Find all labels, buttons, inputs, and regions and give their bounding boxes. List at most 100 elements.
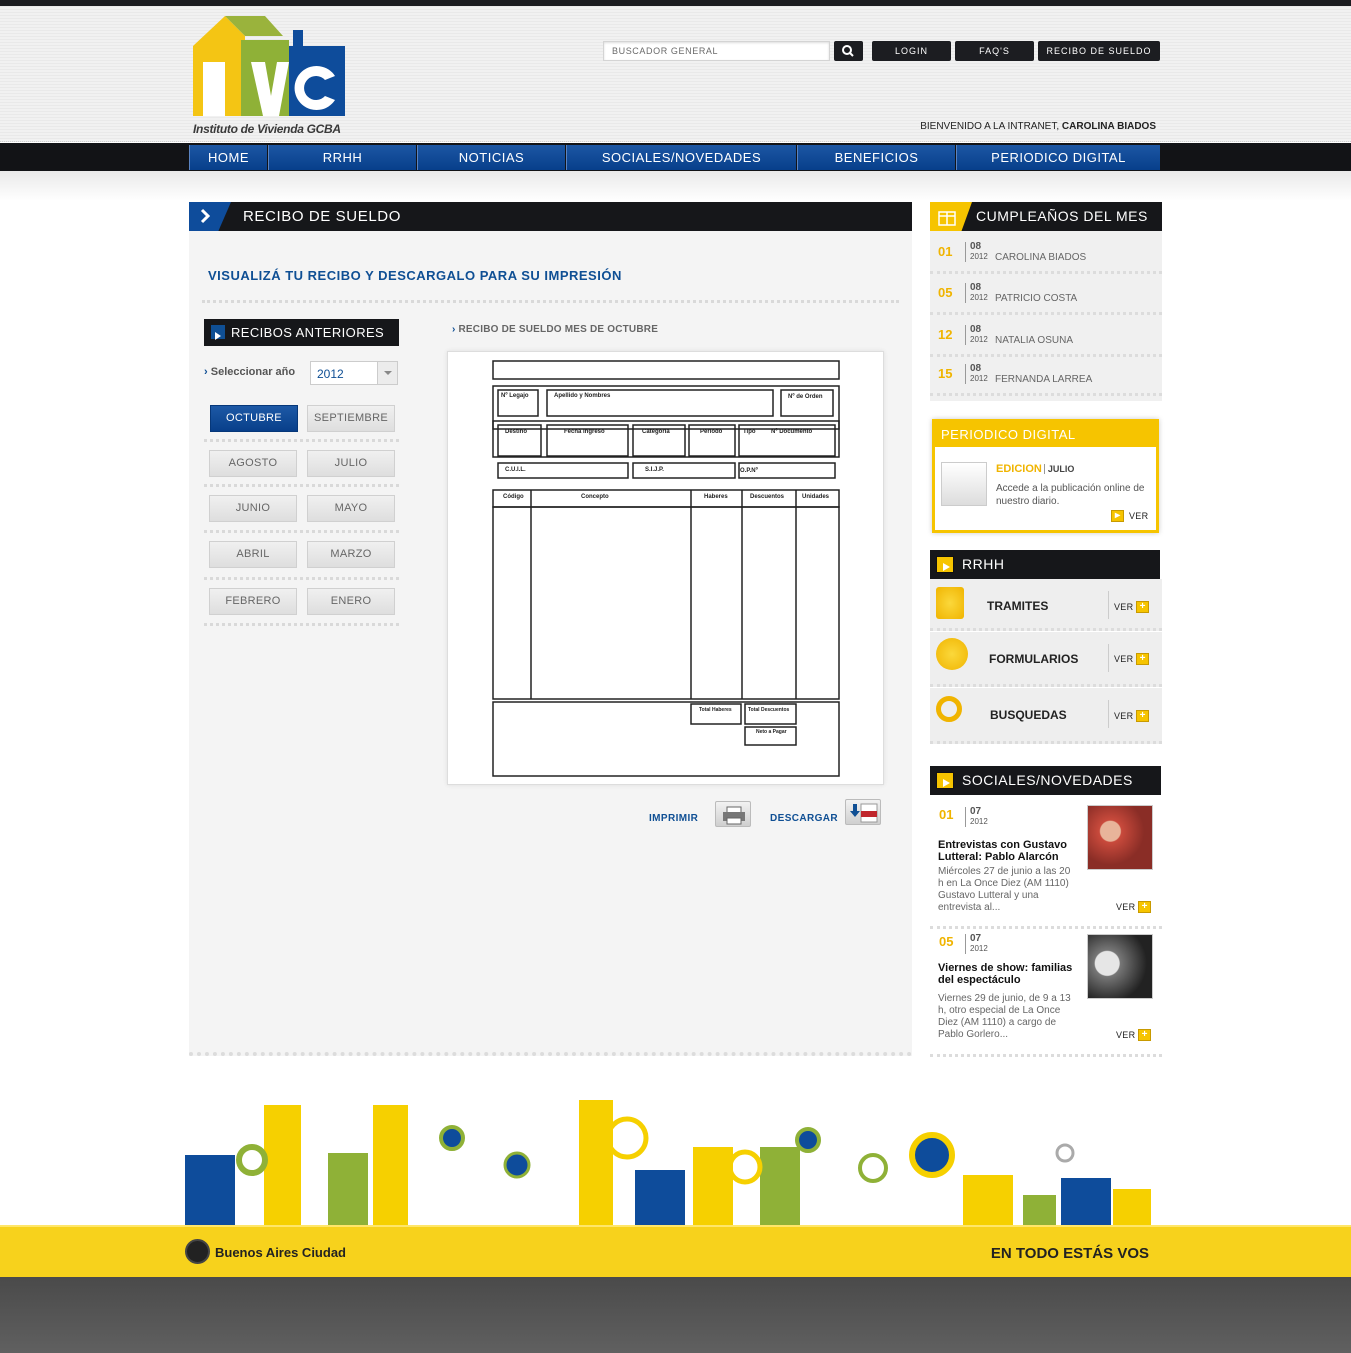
month-octubre[interactable]: OCTUBRE — [210, 405, 298, 432]
periodico-digital-box: PERIODICO DIGITAL EDICION JULIO Accede a … — [932, 419, 1159, 533]
svg-text:Código: Código — [503, 494, 524, 500]
edicion-label: EDICION JULIO — [996, 463, 1075, 475]
month-abril[interactable]: ABRIL — [209, 541, 297, 568]
play-icon — [936, 772, 954, 789]
footer-bar: Buenos Aires Ciudad EN TODO ESTÁS VOS — [0, 1225, 1351, 1277]
month-septiembre[interactable]: SEPTIEMBRE — [307, 405, 395, 432]
faqs-button[interactable]: FAQ'S — [955, 41, 1034, 61]
year-select[interactable]: 2012 — [310, 361, 398, 385]
news-title[interactable]: Entrevistas con Gustavo Lutteral: Pablo … — [938, 839, 1083, 863]
news-ver-link[interactable]: VER — [1116, 1030, 1135, 1040]
download-icon — [936, 638, 968, 670]
svg-text:C.U.I.L.: C.U.I.L. — [505, 467, 526, 473]
play-icon[interactable]: ▸ — [1111, 510, 1124, 522]
document-list-icon — [936, 587, 964, 619]
search-button[interactable] — [834, 41, 863, 61]
recibos-anteriores-header: RECIBOS ANTERIORES — [204, 319, 399, 346]
chevron-right-icon — [211, 325, 225, 340]
ivc-logo[interactable]: Instituto de Vivienda GCBA — [193, 16, 353, 136]
svg-text:Total Haberes: Total Haberes — [699, 707, 732, 713]
birthday-row: 15 08 2012 FERNANDA LARREA — [930, 358, 1162, 396]
nav-sociales[interactable]: SOCIALES/NOVEDADES — [566, 145, 796, 170]
month-febrero[interactable]: FEBRERO — [209, 588, 297, 615]
payslip-form: Nº Legajo Apellido y Nombres Nº de Orden… — [492, 360, 840, 777]
plus-icon[interactable]: + — [1138, 901, 1151, 913]
divider — [204, 439, 399, 442]
section-title-bar: RECIBO DE SUELDO — [189, 202, 912, 231]
divider — [204, 623, 399, 626]
footer-brand[interactable]: Buenos Aires Ciudad — [215, 1245, 346, 1260]
pdf-download-icon[interactable] — [845, 799, 881, 825]
news-photo[interactable] — [1087, 805, 1153, 870]
svg-text:Total Descuentos: Total Descuentos — [748, 707, 790, 713]
nav-rrhh[interactable]: RRHH — [268, 145, 416, 170]
gift-icon — [930, 202, 972, 231]
svg-text:Período: Período — [700, 429, 723, 435]
month-marzo[interactable]: MARZO — [307, 541, 395, 568]
city-illustration — [0, 1075, 1351, 1227]
month-mayo[interactable]: MAYO — [307, 495, 395, 522]
svg-text:Apellido y Nombres: Apellido y Nombres — [554, 393, 611, 399]
search-input[interactable]: BUSCADOR GENERAL — [603, 41, 830, 61]
rrhh-header: RRHH — [930, 550, 1160, 579]
birthday-name: NATALIA OSUNA — [995, 335, 1073, 346]
periodico-ver-link[interactable]: VER — [1129, 511, 1148, 521]
news-photo[interactable] — [1087, 934, 1153, 999]
welcome-user[interactable]: CAROLINA BIADOS — [1062, 121, 1156, 132]
cumpleanos-header: CUMPLEAÑOS DEL MES — [930, 202, 1162, 231]
svg-text:Haberes: Haberes — [704, 494, 728, 500]
printer-icon[interactable] — [715, 801, 751, 827]
logo-subtitle: Instituto de Vivienda GCBA — [193, 122, 341, 136]
news-title[interactable]: Viernes de show: familias del espectácul… — [938, 962, 1083, 986]
svg-text:O.P.Nº: O.P.Nº — [740, 468, 759, 474]
month-enero[interactable]: ENERO — [307, 588, 395, 615]
nav-periodico[interactable]: PERIODICO DIGITAL — [956, 145, 1160, 170]
birthday-name: PATRICIO COSTA — [995, 293, 1078, 304]
divider — [204, 484, 399, 487]
month-julio[interactable]: JULIO — [307, 450, 395, 477]
month-agosto[interactable]: AGOSTO — [209, 450, 297, 477]
sociales-header: SOCIALES/NOVEDADES — [930, 766, 1161, 795]
rrhh-formularios[interactable]: FORMULARIOS VER + — [930, 632, 1162, 687]
rrhh-tramites[interactable]: TRAMITES VER + — [930, 579, 1162, 631]
rrhh-busquedas[interactable]: BUSQUEDAS VER + — [930, 688, 1162, 744]
divider — [204, 577, 399, 580]
svg-text:Nº de Orden: Nº de Orden — [788, 394, 823, 400]
svg-text:Concepto: Concepto — [581, 494, 609, 500]
plus-icon[interactable]: + — [1138, 1029, 1151, 1041]
recibo-sueldo-button[interactable]: RECIBO DE SUELDO — [1038, 41, 1160, 61]
periodico-description: Accede a la publicación online de nuestr… — [996, 483, 1145, 507]
nav-beneficios[interactable]: BENEFICIOS — [797, 145, 955, 170]
nav-noticias[interactable]: NOTICIAS — [417, 145, 565, 170]
month-junio[interactable]: JUNIO — [209, 495, 297, 522]
svg-text:Neto a Pagar: Neto a Pagar — [756, 729, 787, 735]
login-button[interactable]: LOGIN — [872, 41, 951, 61]
nav-shadow — [0, 171, 1351, 201]
svg-text:Descuentos: Descuentos — [750, 494, 785, 500]
plus-icon[interactable]: + — [1136, 601, 1149, 613]
divider — [202, 300, 899, 303]
search-icon — [842, 45, 854, 57]
select-year-label: › Seleccionar año — [204, 366, 296, 378]
birthday-row: 01 08 2012 CAROLINA BIADOS — [930, 236, 1162, 274]
svg-text:Destino: Destino — [505, 429, 527, 435]
news-ver-link[interactable]: VER — [1116, 902, 1135, 912]
magnifier-icon — [936, 696, 962, 722]
section-title: RECIBO DE SUELDO — [243, 208, 401, 225]
chevron-right-icon — [189, 202, 231, 231]
nav-home[interactable]: HOME — [189, 145, 267, 170]
svg-text:Tipo: Tipo — [743, 429, 756, 435]
imprimir-link[interactable]: IMPRIMIR — [649, 813, 698, 824]
svg-text:Unidades: Unidades — [802, 494, 830, 500]
newspaper-thumbnail[interactable] — [941, 462, 987, 506]
descargar-link[interactable]: DESCARGAR — [770, 813, 838, 824]
page-subheading: VISUALIZÁ TU RECIBO Y DESCARGALO PARA SU… — [208, 268, 622, 283]
svg-text:Nº Legajo: Nº Legajo — [501, 393, 529, 399]
divider — [204, 530, 399, 533]
footer-slogan: EN TODO ESTÁS VOS — [990, 1245, 1149, 1262]
svg-text:Nº Documento: Nº Documento — [771, 429, 813, 435]
plus-icon[interactable]: + — [1136, 710, 1149, 722]
news-item: 05 07 2012 Viernes de show: familias del … — [930, 932, 1162, 1057]
plus-icon[interactable]: + — [1136, 653, 1149, 665]
header: Instituto de Vivienda GCBA BUSCADOR GENE… — [0, 6, 1351, 142]
